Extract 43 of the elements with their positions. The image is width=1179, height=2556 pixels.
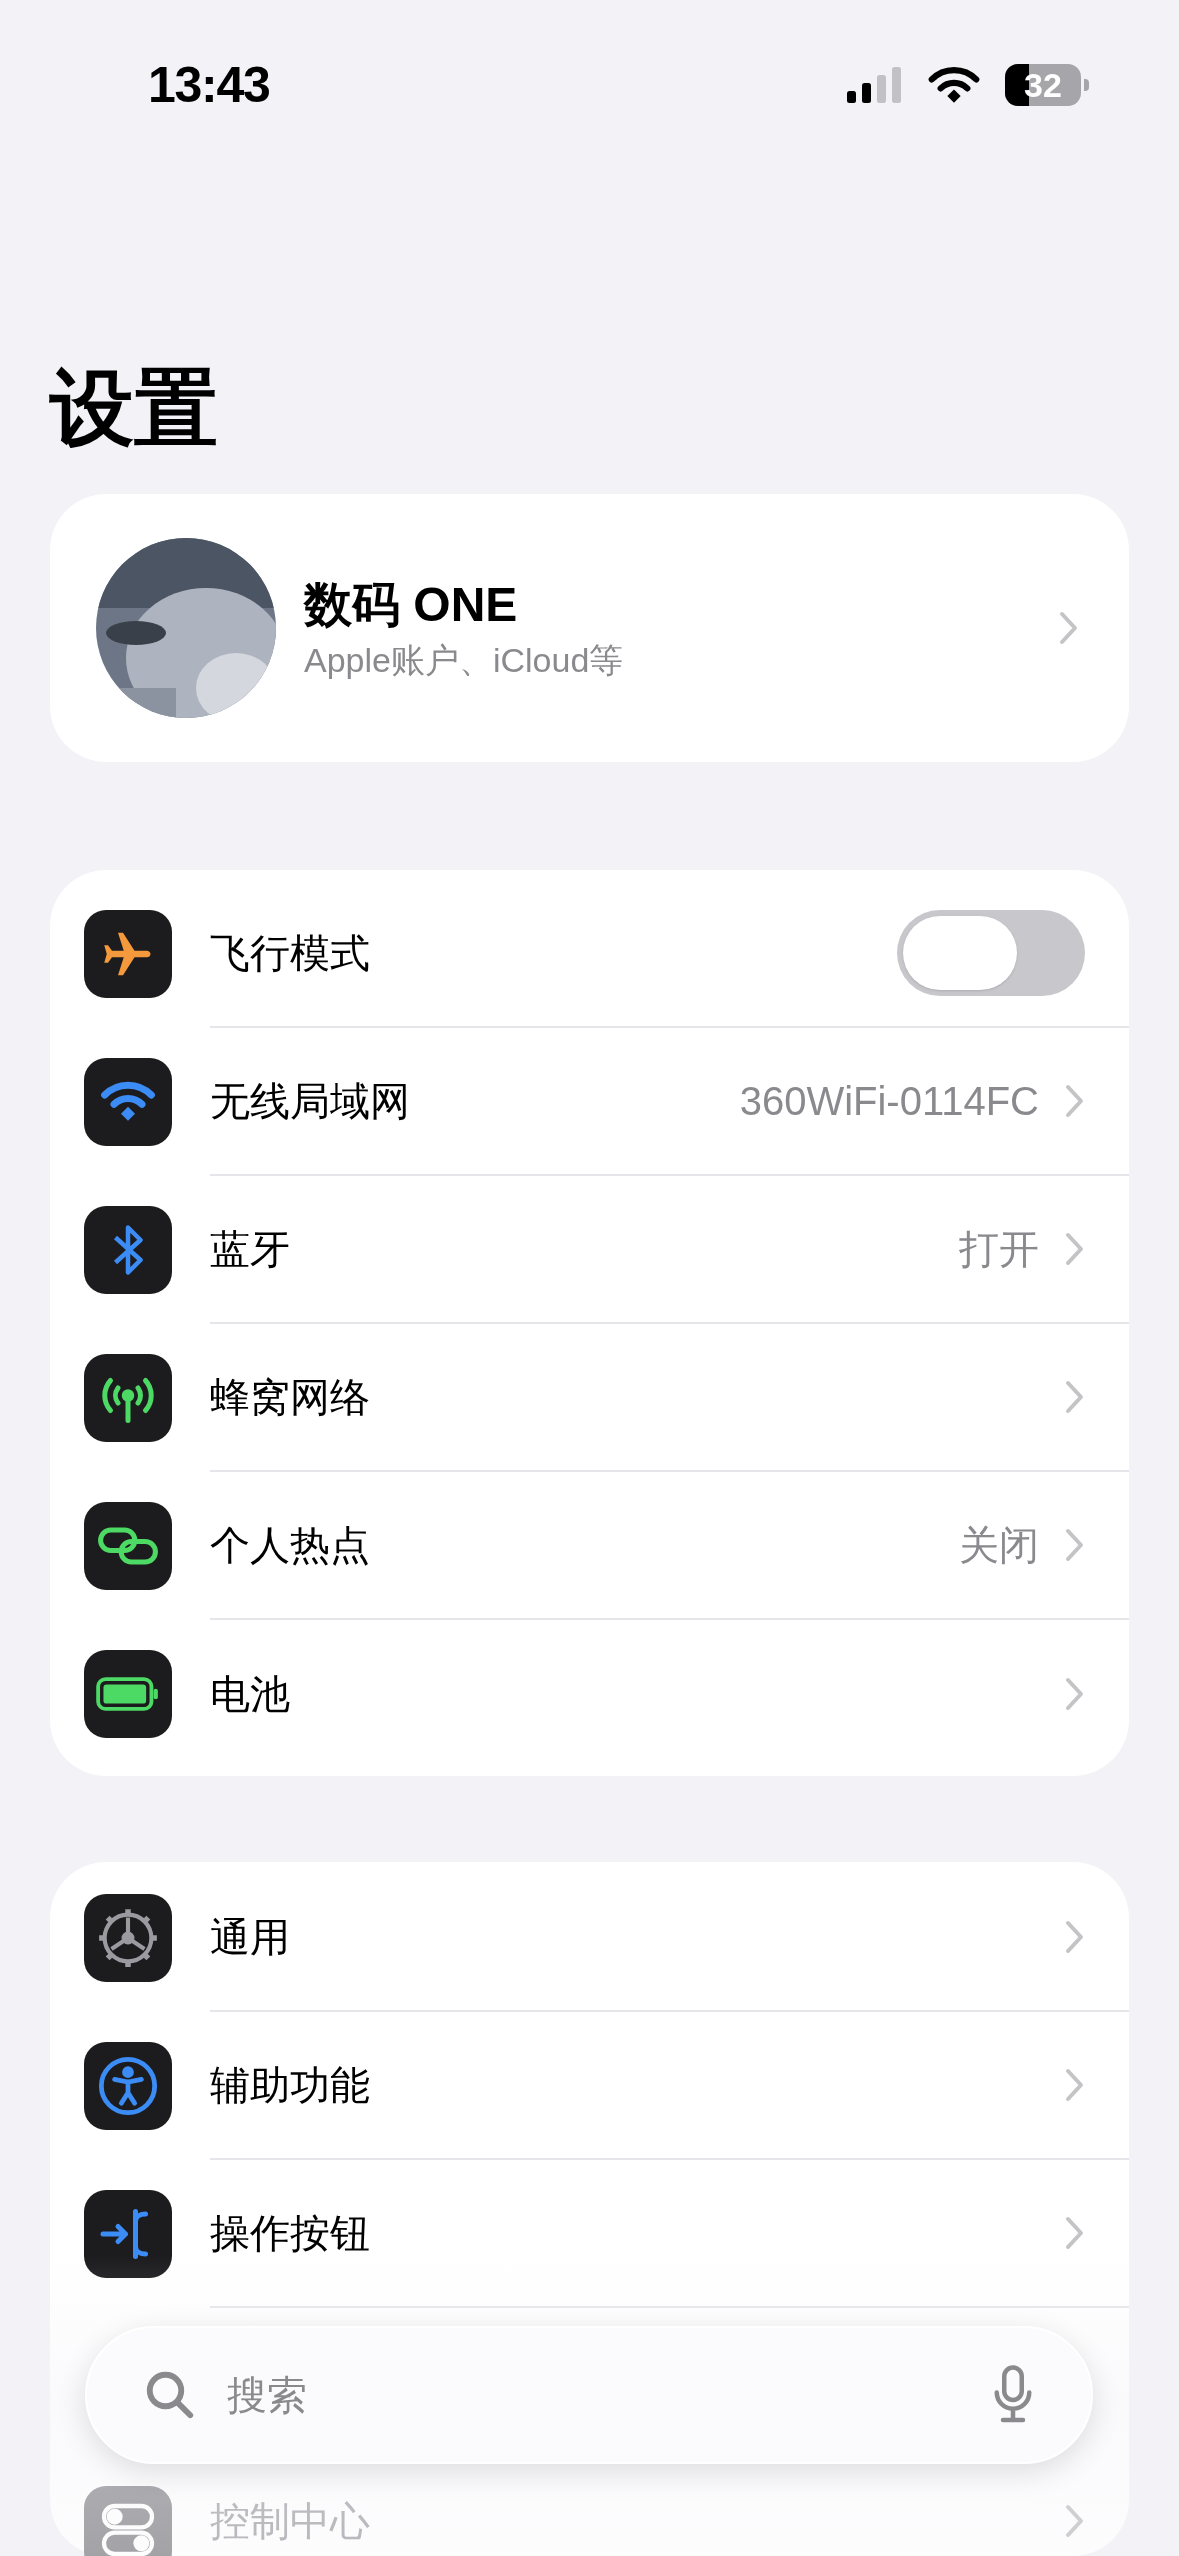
row-label: 蜂窝网络 <box>210 1374 371 1421</box>
row-value: 打开 <box>959 1226 1039 1273</box>
page-title: 设置 <box>50 366 218 450</box>
row-label: 控制中心 <box>210 2501 371 2541</box>
row-label: 电池 <box>210 1671 291 1718</box>
row-value: 360WiFi-0114FC <box>739 1078 1039 1125</box>
settings-row[interactable]: 辅助功能 <box>50 2012 1129 2160</box>
row-label: 个人热点 <box>210 1522 371 1569</box>
row-label: 通用 <box>210 1914 291 1961</box>
wifi-icon <box>927 65 981 105</box>
search-input[interactable]: 搜索 <box>227 2365 991 2425</box>
battery-icon <box>96 1676 160 1712</box>
status-time: 13:43 <box>148 55 270 115</box>
account-subtitle: Apple账户、iCloud等 <box>304 639 625 681</box>
chevron-icon <box>1065 1232 1085 1266</box>
chevron-icon <box>1065 1920 1085 1954</box>
chevron-icon <box>1065 2504 1085 2538</box>
row-label: 操作按钮 <box>210 2210 371 2257</box>
chevron-icon <box>1065 2216 1085 2250</box>
row-label: 辅助功能 <box>210 2062 371 2109</box>
row-label: 蓝牙 <box>210 1226 291 1273</box>
signal-icon <box>847 65 903 105</box>
settings-row[interactable]: 通用 <box>50 1864 1129 2012</box>
settings-row[interactable]: 个人热点 关闭 <box>50 1472 1129 1620</box>
chevron-icon <box>1065 1380 1085 1414</box>
settings-row[interactable]: 操作按钮 <box>50 2160 1129 2308</box>
chevron-icon <box>1065 1084 1085 1118</box>
chevron-icon <box>1065 1677 1085 1711</box>
chevron-icon <box>1065 1528 1085 1562</box>
profile-card[interactable]: 数码 ONE Apple账户、iCloud等 <box>50 494 1129 762</box>
row-label: 飞行模式 <box>210 930 371 977</box>
row-label: 无线局域网 <box>210 1078 411 1125</box>
settings-row[interactable]: 蓝牙 打开 <box>50 1176 1129 1324</box>
search-field[interactable]: 搜索 <box>85 2326 1093 2464</box>
chevron-icon <box>1059 611 1079 645</box>
settings-row[interactable]: 无线局域网 360WiFi-0114FC <box>50 1028 1129 1176</box>
settings-row[interactable]: 飞行模式 <box>50 880 1129 1028</box>
chevron-icon <box>1065 2068 1085 2102</box>
settings-row[interactable]: 电池 <box>50 1620 1129 1768</box>
row-value: 关闭 <box>959 1522 1039 1569</box>
settings-row[interactable]: 蜂窝网络 <box>50 1324 1129 1472</box>
accessibility-icon <box>96 2054 160 2118</box>
account-name: 数码 ONE <box>304 576 519 633</box>
